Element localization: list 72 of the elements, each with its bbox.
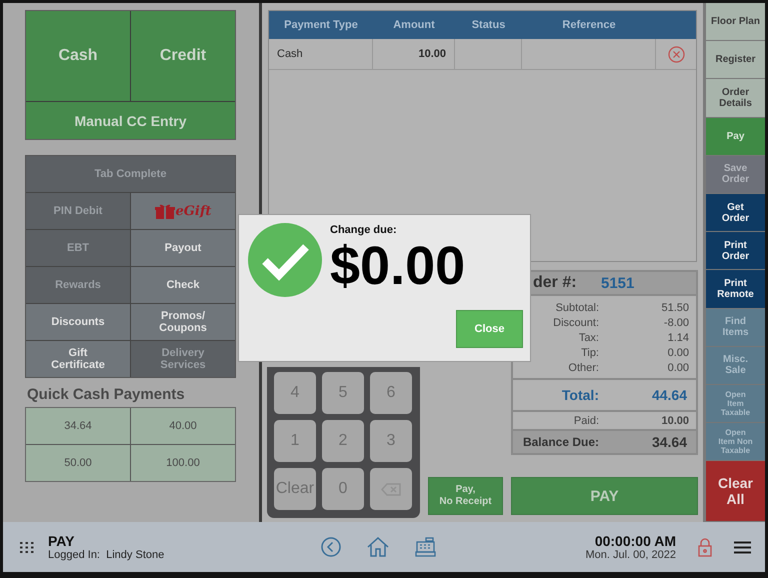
back-icon[interactable] <box>321 537 342 557</box>
sidebar-button[interactable]: Pay <box>706 118 765 156</box>
screen-title: PAY <box>48 534 76 548</box>
total-label: Total: <box>560 387 599 403</box>
tender-button[interactable]: Cash <box>26 11 130 101</box>
tender-button[interactable]: Manual CC Entry <box>26 102 235 139</box>
order-label: der #: <box>533 274 578 292</box>
pay-no-receipt-button[interactable]: Pay, No Receipt <box>428 477 503 515</box>
summary-value: 0.00 <box>666 346 689 358</box>
summary-label: Discount: <box>552 316 599 328</box>
tender-button[interactable]: Credit <box>131 11 235 101</box>
keypad-key[interactable]: 6 <box>370 372 412 414</box>
egift-button[interactable]: eGift <box>131 193 235 229</box>
summary-label: Other: <box>567 362 599 374</box>
clock-time: 00:00:00 AM <box>594 534 676 548</box>
sidebar-button[interactable]: Floor Plan <box>706 3 765 42</box>
sidebar-button[interactable]: Order Details <box>706 79 765 118</box>
section-title: Quick Cash Payments <box>26 386 186 405</box>
column-header: Status <box>470 19 506 31</box>
change-due-label: Change due: <box>330 224 398 236</box>
remove-icon[interactable] <box>668 46 684 62</box>
summary-label: Tax: <box>578 332 599 344</box>
summary-label: Tip: <box>580 346 599 358</box>
clock-date: Mon. Jul. 00, 2022 <box>585 548 676 560</box>
summary-value: 1.14 <box>666 332 689 344</box>
sidebar-button[interactable]: Get Order <box>706 194 765 232</box>
summary-value: 0.00 <box>666 362 689 374</box>
sidebar-button[interactable]: Print Order <box>706 232 765 270</box>
lock-icon[interactable] <box>698 538 712 556</box>
payment-option-button[interactable]: Check <box>131 267 235 303</box>
quick-cash-button[interactable]: 100.00 <box>131 445 235 481</box>
change-due-amount: $0.00 <box>330 238 466 294</box>
keypad-key[interactable]: 2 <box>322 420 364 462</box>
sidebar-button[interactable]: Print Remote <box>706 270 765 309</box>
column-header: Payment Type <box>283 19 359 31</box>
column-header: Amount <box>392 19 436 31</box>
column-header: Reference <box>561 19 617 31</box>
cash-register-icon[interactable] <box>415 537 436 557</box>
table-cell: 10.00 <box>373 39 455 69</box>
summary-value: 10.00 <box>660 414 689 426</box>
payment-option-button[interactable]: Promos/ Coupons <box>131 304 235 340</box>
table-cell: Cash <box>269 39 373 69</box>
logged-in-text: Logged In: Lindy Stone <box>48 548 164 560</box>
keypad-key[interactable]: 1 <box>274 420 316 462</box>
pay-button[interactable]: PAY <box>511 477 698 515</box>
total-value: 44.64 <box>650 387 687 403</box>
sidebar-button[interactable]: Register <box>706 41 765 80</box>
quick-cash-button[interactable]: 34.64 <box>26 408 130 444</box>
balance-value: 34.64 <box>650 434 687 450</box>
summary-label: Subtotal: <box>554 302 599 314</box>
payment-option-button[interactable]: Payout <box>131 230 235 266</box>
payment-option-button[interactable]: Discounts <box>26 304 130 340</box>
payment-option-button[interactable]: Gift Certificate <box>26 341 130 377</box>
menu-icon[interactable] <box>734 540 751 554</box>
sidebar-button[interactable]: Clear All <box>706 461 765 522</box>
keypad-key[interactable]: Clear <box>274 468 316 510</box>
keypad-key[interactable]: 3 <box>370 420 412 462</box>
apps-grid-icon[interactable] <box>20 542 34 552</box>
gift-icon <box>154 204 175 218</box>
summary-value: -8.00 <box>662 316 689 328</box>
home-icon[interactable] <box>367 537 390 557</box>
keypad-key[interactable]: 0 <box>322 468 364 510</box>
close-button[interactable]: Close <box>456 310 523 348</box>
summary-value: 51.50 <box>660 302 689 314</box>
quick-cash-button[interactable]: 50.00 <box>26 445 130 481</box>
order-number: 5151 <box>601 274 634 292</box>
balance-label: Balance Due: <box>522 435 599 449</box>
quick-cash-button[interactable]: 40.00 <box>131 408 235 444</box>
keypad-key[interactable]: 5 <box>322 372 364 414</box>
check-icon <box>248 223 322 297</box>
summary-label: Paid: <box>572 414 599 426</box>
keypad-key[interactable]: 4 <box>274 372 316 414</box>
